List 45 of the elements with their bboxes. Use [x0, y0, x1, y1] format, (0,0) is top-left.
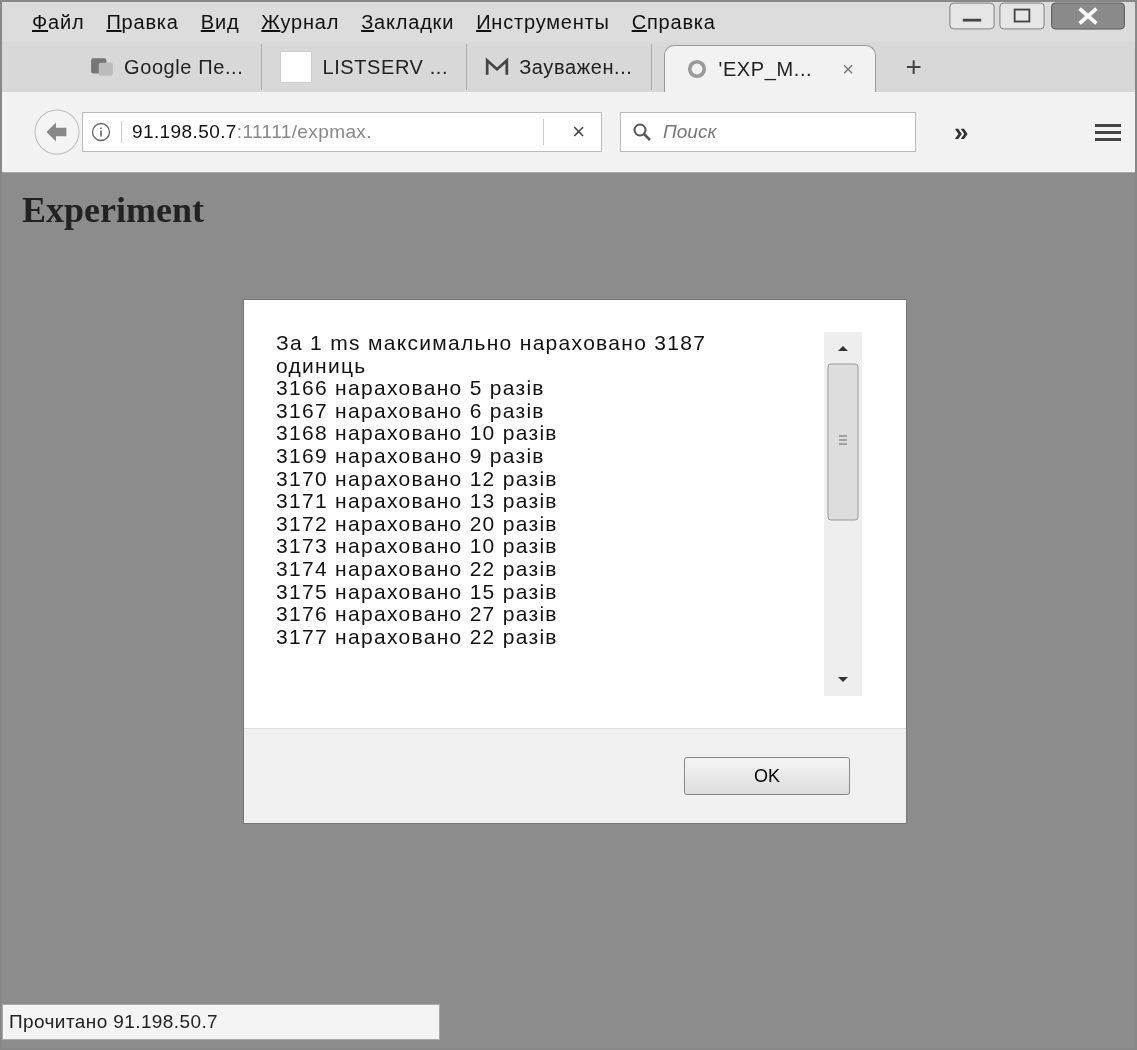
message-line: 3176 нараховано 27 разів	[276, 603, 559, 626]
browser-tab[interactable]: Зауважен...	[467, 44, 652, 90]
minimize-icon[interactable]	[949, 2, 995, 30]
menu-icon[interactable]	[1095, 122, 1121, 142]
message-line: 3174 нараховано 22 разів	[276, 557, 559, 581]
scrollbar[interactable]	[824, 332, 862, 696]
message-line: 3173 нараховано 10 разів	[276, 535, 559, 558]
message-line: 3167 нараховано 6 разів	[276, 399, 546, 423]
blank-page-icon	[280, 51, 313, 83]
url-text: 91.198.50.7:11111/expmax.	[121, 121, 534, 143]
message-line: За 1 ms максимально нараховано 3187 одиниць	[276, 332, 708, 378]
clear-button[interactable]: ×	[543, 119, 601, 145]
browser-tab[interactable]: LISTSERV ...	[262, 44, 468, 90]
message-line: 3166 нараховано 5 разів	[276, 377, 546, 400]
menu-item[interactable]: Правка	[106, 10, 179, 34]
browser-tab[interactable]: 'EXP_M... ×	[663, 45, 876, 92]
search-icon	[632, 122, 652, 142]
close-icon[interactable]	[1049, 2, 1127, 30]
message-line: 3168 нараховано 10 разів	[276, 422, 559, 445]
ok-button[interactable]: OK	[684, 757, 850, 795]
message-line: 3177 нараховано 22 разів	[276, 625, 559, 649]
overflow-button[interactable]: »	[954, 116, 969, 148]
menu-item[interactable]: Вид	[200, 10, 240, 34]
info-icon[interactable]	[91, 122, 111, 142]
browser-tab[interactable]: Google Пе...	[72, 44, 263, 90]
search-field[interactable]: Поиск	[620, 112, 916, 152]
menu-item[interactable]: Журнал	[261, 10, 340, 34]
menu-item[interactable]: Файл	[32, 10, 85, 34]
page-heading: Experiment	[22, 189, 204, 231]
back-icon[interactable]	[34, 109, 80, 155]
message-line: 3175 нараховано 15 разів	[276, 580, 559, 604]
message-line: 3170 нараховано 12 разів	[276, 467, 559, 491]
menu-item[interactable]: Закладки	[361, 10, 455, 34]
close-tab-button[interactable]: ×	[842, 57, 855, 81]
maximize-icon[interactable]	[999, 2, 1045, 30]
message-line: 3172 нараховано 20 разів	[276, 512, 559, 536]
message-line: 3171 нараховано 13 разів	[276, 490, 559, 513]
mail-icon	[485, 57, 510, 77]
status-bar: Прочитано 91.198.50.7	[2, 1004, 440, 1040]
address-bar[interactable]: 91.198.50.7:11111/expmax. ×	[82, 112, 602, 152]
translate-icon	[90, 57, 114, 77]
menu-item[interactable]: Инструменты	[476, 10, 610, 34]
message-line: 3169 нараховано 9 разів	[276, 444, 545, 468]
new-tab-button[interactable]: +	[905, 51, 922, 83]
menu-item[interactable]: Справка	[631, 10, 716, 34]
